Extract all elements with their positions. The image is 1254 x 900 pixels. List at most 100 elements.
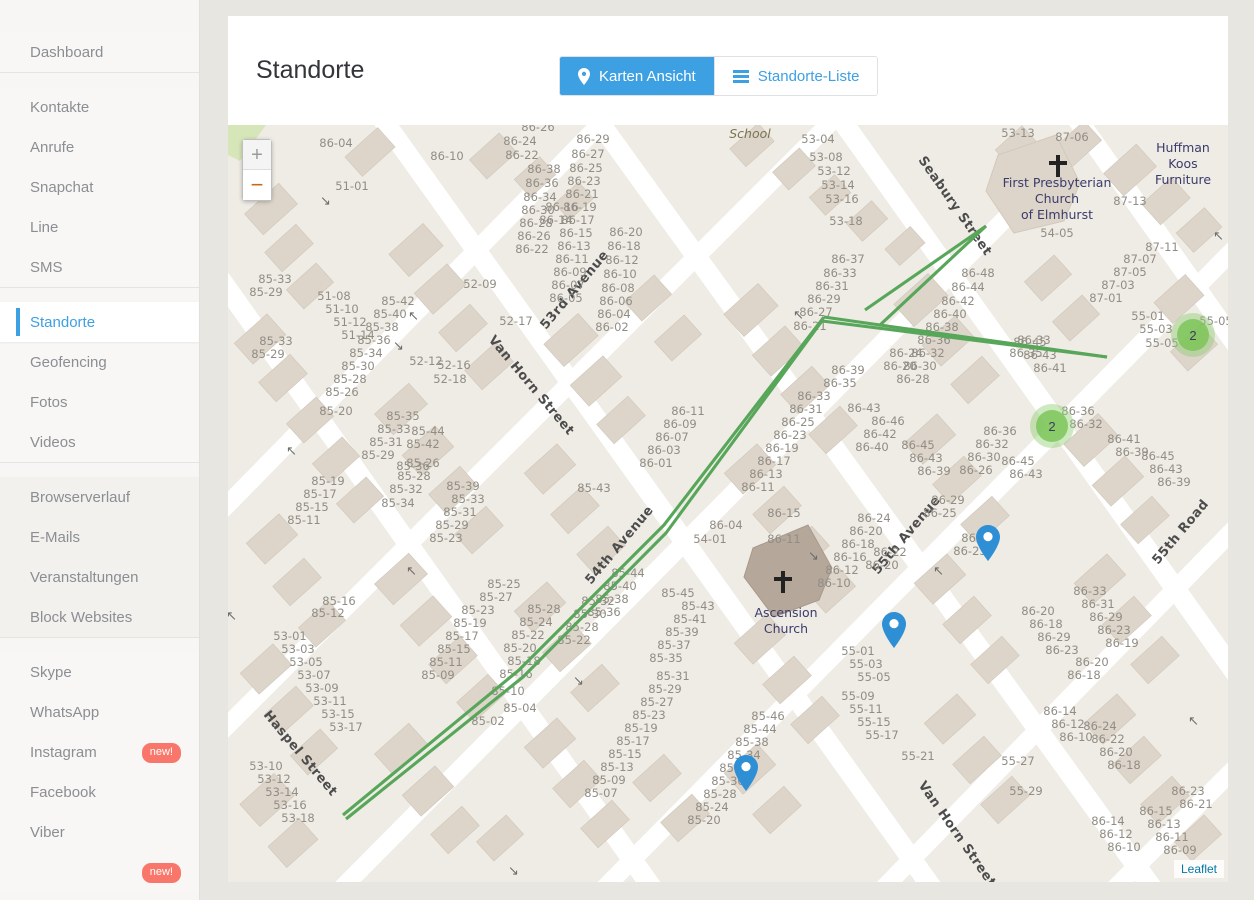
svg-text:86-45: 86-45 [901, 438, 934, 452]
svg-text:86-24: 86-24 [889, 346, 922, 360]
svg-text:85-28: 85-28 [527, 602, 560, 616]
sidebar-nav: Dashboard Kontakte Anrufe Snapchat Line SMS St… [0, 32, 199, 892]
location-pin[interactable] [975, 524, 1001, 567]
svg-text:86-02: 86-02 [595, 320, 628, 334]
svg-text:86-32: 86-32 [1069, 417, 1102, 431]
svg-text:85-20: 85-20 [503, 641, 536, 655]
tab-karten-ansicht[interactable]: Karten Ansicht [560, 57, 714, 95]
sidebar-item-sms[interactable]: SMS [0, 247, 199, 287]
svg-text:86-15: 86-15 [767, 506, 800, 520]
cluster-marker[interactable]: 2 [1171, 313, 1215, 357]
svg-text:55-09: 55-09 [841, 689, 874, 703]
svg-text:86-40: 86-40 [855, 440, 888, 454]
svg-text:85-17: 85-17 [303, 487, 336, 501]
svg-text:85-17: 85-17 [445, 629, 478, 643]
svg-text:86-04: 86-04 [709, 518, 742, 532]
sidebar-item-snapchat[interactable]: Snapchat [0, 167, 199, 207]
sidebar-item-skype[interactable]: Skype [0, 652, 199, 692]
svg-text:86-29: 86-29 [807, 292, 840, 306]
svg-text:86-18: 86-18 [1067, 668, 1100, 682]
svg-text:86-33: 86-33 [823, 266, 856, 280]
sidebar-item-browserverlauf[interactable]: Browserverlauf [0, 477, 199, 517]
sidebar-item-item[interactable]: new! [0, 852, 199, 892]
svg-text:86-04: 86-04 [319, 136, 352, 150]
svg-text:86-17: 86-17 [757, 454, 790, 468]
svg-text:86-09: 86-09 [663, 417, 696, 431]
svg-text:86-12: 86-12 [1099, 827, 1132, 841]
sidebar-item-block-websites[interactable]: Block Websites [0, 597, 199, 637]
svg-text:86-43: 86-43 [847, 401, 880, 415]
svg-text:86-10: 86-10 [1107, 840, 1140, 854]
svg-text:85-09: 85-09 [592, 773, 625, 787]
sidebar-item-standorte[interactable]: Standorte [0, 302, 199, 342]
zoom-in-button[interactable]: + [243, 140, 271, 170]
svg-text:55-05: 55-05 [857, 670, 890, 684]
sidebar-item-geofencing[interactable]: Geofencing [0, 342, 199, 382]
sidebar-item-line[interactable]: Line [0, 207, 199, 247]
svg-text:86-01: 86-01 [639, 456, 672, 470]
svg-text:86-20: 86-20 [1021, 604, 1054, 618]
locations-panel: Standorte Karten Ansicht Standorte-Liste… [228, 16, 1228, 882]
svg-text:86-25: 86-25 [569, 161, 602, 175]
leaflet-attribution[interactable]: Leaflet [1173, 860, 1224, 878]
svg-text:86-12: 86-12 [825, 563, 858, 577]
svg-text:53-15: 53-15 [321, 707, 354, 721]
sidebar-item-facebook[interactable]: Facebook [0, 772, 199, 812]
svg-text:86-20: 86-20 [849, 524, 882, 538]
sidebar-item-dashboard[interactable]: Dashboard [0, 32, 199, 72]
sidebar-group: Skype WhatsApp Instagram new! Facebook Viber n… [0, 652, 199, 892]
svg-text:53-08: 53-08 [809, 150, 842, 164]
svg-text:85-27: 85-27 [479, 590, 512, 604]
svg-text:86-07: 86-07 [655, 430, 688, 444]
sidebar-item-veranstaltungen[interactable]: Veranstaltungen [0, 557, 199, 597]
location-pin[interactable] [733, 754, 759, 797]
map-canvas[interactable]: Ascension Church First Presbyterian Chur… [228, 125, 1228, 882]
sidebar-item-fotos[interactable]: Fotos [0, 382, 199, 422]
svg-text:53-14: 53-14 [265, 785, 298, 799]
svg-text:86-42: 86-42 [941, 294, 974, 308]
svg-text:87-06: 87-06 [1055, 130, 1088, 144]
sidebar-item-label: Fotos [30, 393, 68, 411]
svg-text:↘: ↘ [573, 674, 584, 689]
sidebar-item-anrufe[interactable]: Anrufe [0, 127, 199, 167]
svg-text:85-43: 85-43 [681, 599, 714, 613]
sidebar-item-label: Anrufe [30, 138, 75, 156]
location-pin[interactable] [881, 611, 907, 654]
svg-text:52-16: 52-16 [437, 358, 470, 372]
svg-text:53-13: 53-13 [1001, 126, 1034, 140]
svg-text:85-23: 85-23 [632, 708, 665, 722]
svg-text:85-32: 85-32 [389, 482, 422, 496]
svg-text:85-44: 85-44 [743, 722, 776, 736]
sidebar-item-label: Line [30, 218, 59, 236]
sidebar-group-spacer [0, 73, 199, 87]
svg-text:51-01: 51-01 [335, 179, 368, 193]
map-tiles: Ascension Church First Presbyterian Chur… [228, 125, 1228, 882]
svg-text:85-46: 85-46 [751, 709, 784, 723]
svg-text:85-31: 85-31 [369, 435, 402, 449]
svg-text:86-21: 86-21 [1179, 797, 1212, 811]
sidebar-item-whatsapp[interactable]: WhatsApp [0, 692, 199, 732]
svg-text:55-27: 55-27 [1001, 754, 1034, 768]
sidebar-item-videos[interactable]: Videos [0, 422, 199, 462]
svg-text:86-22: 86-22 [1091, 732, 1124, 746]
sidebar-item-instagram[interactable]: Instagram new! [0, 732, 199, 772]
tab-standorte-liste[interactable]: Standorte-Liste [713, 57, 878, 95]
sidebar-item-label: Dashboard [30, 43, 104, 61]
zoom-out-button[interactable]: − [243, 170, 271, 200]
svg-text:85-23: 85-23 [461, 603, 494, 617]
svg-text:86-18: 86-18 [607, 239, 640, 253]
svg-text:85-29: 85-29 [251, 347, 284, 361]
svg-text:53-03: 53-03 [281, 642, 314, 656]
cluster-marker[interactable]: 2 [1030, 404, 1074, 448]
sidebar-item-label: Videos [30, 433, 76, 451]
sidebar-item-kontakte[interactable]: Kontakte [0, 87, 199, 127]
poi-huffman-line3: Furniture [1155, 172, 1211, 187]
sidebar-item-e-mails[interactable]: E-Mails [0, 517, 199, 557]
main-content: Standorte Karten Ansicht Standorte-Liste… [200, 0, 1254, 900]
view-toggle-group: Karten Ansicht Standorte-Liste [559, 56, 879, 96]
sidebar-item-viber[interactable]: Viber [0, 812, 199, 852]
svg-text:85-04: 85-04 [503, 701, 536, 715]
svg-text:53-05: 53-05 [289, 655, 322, 669]
svg-text:51-10: 51-10 [325, 302, 358, 316]
poi-ascension-church-line2: Church [764, 621, 808, 636]
